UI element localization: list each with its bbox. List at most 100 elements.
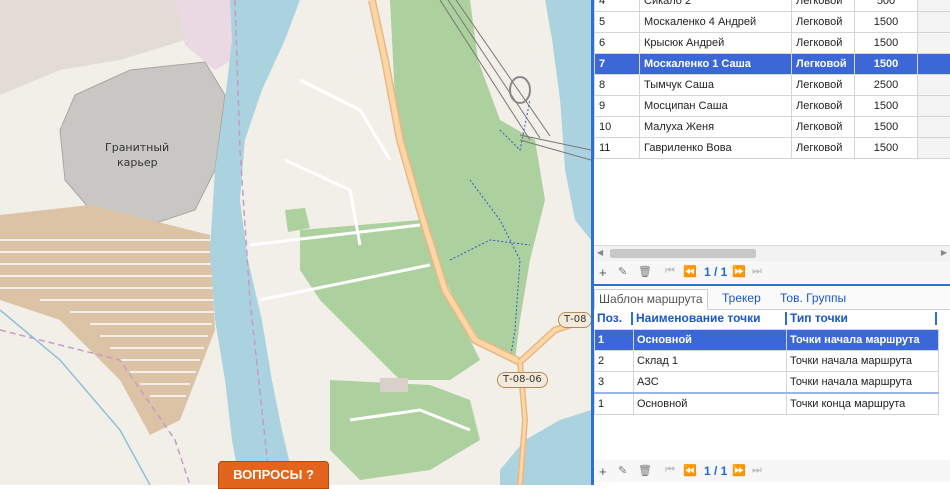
add-icon[interactable]: + [599, 464, 607, 479]
driver-name: Москаленко 1 Саша [640, 54, 792, 75]
driver-value: 1500 [855, 96, 918, 117]
horizontal-scrollbar[interactable]: ◀ ▶ [594, 245, 950, 261]
driver-num: 5 [595, 12, 640, 33]
quarry-label-line1: Гранитный [105, 141, 169, 154]
route-point-name: Основной [634, 393, 787, 415]
driver-extra [918, 138, 950, 159]
driver-extra [918, 12, 950, 33]
route-toolbar: + ✎ 🗑 ⏮ ⏪ 1 / 1 ⏩ ⏭ [594, 460, 950, 482]
tab-bar: Шаблон маршрута Трекер Тов. Группы [594, 287, 950, 310]
driver-num: 6 [595, 33, 640, 54]
last-page-icon[interactable]: ⏭ [752, 265, 762, 278]
driver-name: Москаленко 4 Андрей [640, 12, 792, 33]
road-shield-t08: Т-08 [558, 312, 591, 328]
map-view[interactable]: Гранитный карьер Т-08 Т-08-06 [0, 0, 591, 485]
drivers-page-indicator: 1 / 1 [704, 265, 727, 279]
delete-icon[interactable]: 🗑 [638, 265, 652, 278]
route-point-type: Точки начала маршрута [787, 330, 939, 351]
driver-extra [918, 75, 950, 96]
driver-value: 2500 [855, 75, 918, 96]
tab-goods-groups[interactable]: Тов. Группы [776, 289, 850, 308]
driver-num: 9 [595, 96, 640, 117]
tab-tracker[interactable]: Трекер [718, 289, 765, 308]
driver-row[interactable]: 4Сикало 2Легковой500 [595, 0, 950, 12]
vehicle-type: Легковой [792, 12, 855, 33]
driver-row[interactable]: 11Гавриленко ВоваЛегковой1500 [595, 138, 950, 159]
route-pos: 2 [595, 351, 634, 372]
driver-extra [918, 117, 950, 138]
route-row[interactable]: 2Склад 1Точки начала маршрута [595, 351, 939, 372]
route-page-indicator: 1 / 1 [704, 464, 727, 478]
driver-num: 10 [595, 117, 640, 138]
col-header-point-name[interactable]: Наименование точки [636, 311, 760, 325]
driver-row[interactable]: 9Мосципан СашаЛегковой1500 [595, 96, 950, 117]
driver-num: 8 [595, 75, 640, 96]
route-point-type: Точки начала маршрута [787, 372, 939, 394]
vehicle-type: Легковой [792, 33, 855, 54]
route-point-name: Основной [634, 330, 787, 351]
driver-row[interactable]: 6Крысюк АндрейЛегковой1500 [595, 33, 950, 54]
driver-name: Тымчук Саша [640, 75, 792, 96]
drivers-toolbar: + ✎ 🗑 ⏮ ⏪ 1 / 1 ⏩ ⏭ [594, 261, 950, 283]
prev-page-icon[interactable]: ⏪ [683, 265, 697, 278]
route-point-name: АЗС [634, 372, 787, 394]
map-canvas [0, 0, 591, 485]
road-shield-t0806: Т-08-06 [497, 372, 548, 388]
driver-row[interactable]: 10Малуха ЖеняЛегковой1500 [595, 117, 950, 138]
driver-extra [918, 33, 950, 54]
route-point-type: Точки конца маршрута [787, 393, 939, 415]
delete-icon[interactable]: 🗑 [638, 464, 652, 477]
first-page-icon[interactable]: ⏮ [665, 464, 675, 477]
vehicle-type: Легковой [792, 75, 855, 96]
driver-extra [918, 54, 950, 75]
driver-row[interactable]: 7Москаленко 1 СашаЛегковой1500 [595, 54, 950, 75]
col-header-point-type[interactable]: Тип точки [790, 311, 848, 325]
route-pos: 1 [595, 330, 634, 351]
driver-name: Гавриленко Вова [640, 138, 792, 159]
driver-num: 11 [595, 138, 640, 159]
driver-extra [918, 0, 950, 12]
driver-num: 7 [595, 54, 640, 75]
route-row[interactable]: 1ОсновнойТочки начала маршрута [595, 330, 939, 351]
vehicle-type: Легковой [792, 0, 855, 12]
edit-icon[interactable]: ✎ [618, 464, 627, 477]
driver-value: 1500 [855, 117, 918, 138]
prev-page-icon[interactable]: ⏪ [683, 464, 697, 477]
driver-row[interactable]: 5Москаленко 4 АндрейЛегковой1500 [595, 12, 950, 33]
driver-name: Малуха Женя [640, 117, 792, 138]
driver-name: Крысюк Андрей [640, 33, 792, 54]
driver-extra [918, 96, 950, 117]
drivers-table: 4Сикало 2Легковой5005Москаленко 4 Андрей… [594, 0, 950, 159]
route-row[interactable]: 1ОсновнойТочки конца маршрута [595, 393, 939, 415]
driver-name: Сикало 2 [640, 0, 792, 12]
scroll-thumb[interactable] [610, 249, 756, 258]
next-page-icon[interactable]: ⏩ [732, 265, 746, 278]
add-icon[interactable]: + [599, 265, 607, 280]
scroll-left-icon[interactable]: ◀ [597, 248, 603, 257]
driver-name: Мосципан Саша [640, 96, 792, 117]
driver-value: 500 [855, 0, 918, 12]
route-table: 1ОсновнойТочки начала маршрута2Склад 1То… [594, 329, 939, 415]
driver-value: 1500 [855, 12, 918, 33]
last-page-icon[interactable]: ⏭ [752, 464, 762, 477]
driver-value: 1500 [855, 33, 918, 54]
next-page-icon[interactable]: ⏩ [732, 464, 746, 477]
route-pos: 1 [595, 393, 634, 415]
route-pos: 3 [595, 372, 634, 394]
col-header-pos[interactable]: Поз. [597, 311, 622, 325]
vehicle-type: Легковой [792, 138, 855, 159]
route-point-name: Склад 1 [634, 351, 787, 372]
edit-icon[interactable]: ✎ [618, 265, 627, 278]
driver-row[interactable]: 8Тымчук СашаЛегковой2500 [595, 75, 950, 96]
tab-route-template[interactable]: Шаблон маршрута [594, 289, 708, 310]
vehicle-type: Легковой [792, 54, 855, 75]
first-page-icon[interactable]: ⏮ [665, 265, 675, 278]
right-panel: 4Сикало 2Легковой5005Москаленко 4 Андрей… [594, 0, 950, 485]
section-separator [594, 284, 950, 286]
driver-num: 4 [595, 0, 640, 12]
scroll-right-icon[interactable]: ▶ [941, 248, 947, 257]
route-row[interactable]: 3АЗСТочки начала маршрута [595, 372, 939, 394]
route-table-header: Поз. Наименование точки Тип точки [594, 309, 950, 328]
driver-value: 1500 [855, 138, 918, 159]
vehicle-type: Легковой [792, 96, 855, 117]
